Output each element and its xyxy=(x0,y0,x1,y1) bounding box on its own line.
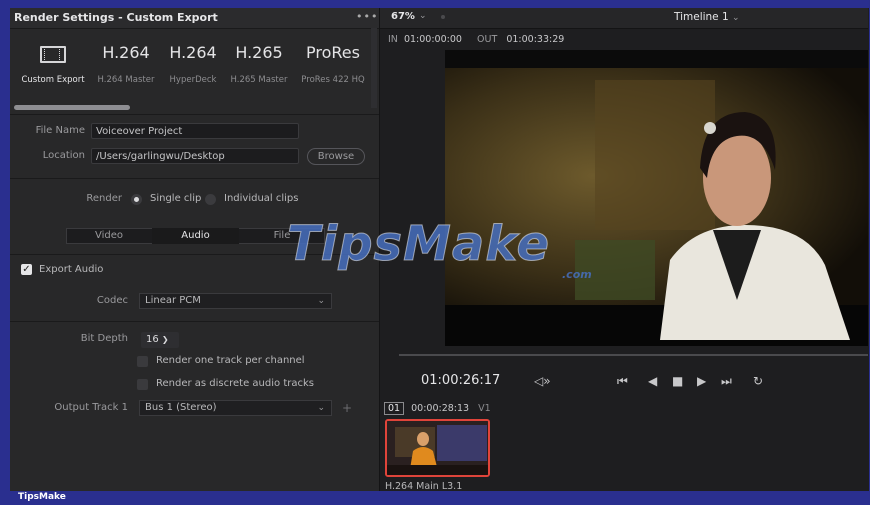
watermark-suffix: .com xyxy=(562,268,592,281)
video-preview[interactable] xyxy=(445,50,868,346)
browse-button[interactable]: Browse xyxy=(307,148,365,165)
preset-label: H.265 Master xyxy=(230,75,288,85)
clip-timecode: 00:00:28:13 xyxy=(411,403,470,414)
audio-volume-icon[interactable]: ◁» xyxy=(534,374,551,388)
timeline-name: Timeline 1 xyxy=(674,11,729,23)
film-strip-icon xyxy=(40,46,66,63)
bit-depth-value: 16 xyxy=(146,334,159,345)
render-discrete-label: Render as discrete audio tracks xyxy=(156,378,314,389)
bit-depth-select[interactable]: 16 ❯ xyxy=(141,332,179,348)
export-audio-label: Export Audio xyxy=(39,264,104,275)
play-reverse-icon[interactable]: ◀ xyxy=(648,374,657,388)
divider xyxy=(10,178,379,179)
current-timecode: 01:00:26:17 xyxy=(421,373,501,388)
jump-to-start-icon[interactable]: ⏮ xyxy=(617,374,628,389)
timeline-selector[interactable]: Timeline 1 ⌄ xyxy=(674,11,740,23)
render-one-track-label: Render one track per channel xyxy=(156,355,305,366)
codec-value: Linear PCM xyxy=(145,295,201,306)
preset-custom-export[interactable]: Custom Export xyxy=(12,40,94,85)
add-track-icon[interactable]: + xyxy=(342,401,352,415)
playhead-scrub-bar[interactable] xyxy=(399,354,868,356)
panel-options-menu[interactable]: ••• xyxy=(356,10,378,23)
out-timecode: 01:00:33:29 xyxy=(506,34,565,45)
single-clip-label: Single clip xyxy=(150,193,202,204)
panel-title: Render Settings - Custom Export xyxy=(14,11,218,24)
divider xyxy=(10,114,379,115)
export-audio-checkbox[interactable]: ✓ xyxy=(21,264,32,275)
out-label: OUT xyxy=(477,34,498,45)
watermark-logo: TipsMake xyxy=(286,216,551,273)
footer-brand: TipsMake xyxy=(18,492,66,502)
individual-clips-label: Individual clips xyxy=(224,193,299,204)
in-label: IN xyxy=(388,34,398,45)
preset-format: ProRes xyxy=(306,43,360,62)
zoom-level[interactable]: 67% xyxy=(391,11,415,22)
chevron-down-icon: ⌄ xyxy=(317,403,325,413)
file-name-label: File Name xyxy=(35,125,85,136)
preset-prores-422-hq[interactable]: ProRes ProRes 422 HQ xyxy=(292,40,374,85)
bit-depth-label: Bit Depth xyxy=(80,333,128,344)
viewer-status-dot xyxy=(441,15,445,19)
footer-bar: TipsMake xyxy=(0,491,870,505)
output-track-select[interactable]: Bus 1 (Stereo) ⌄ xyxy=(139,400,332,416)
clip-number: 01 xyxy=(384,402,405,415)
codec-label: Codec xyxy=(96,295,128,306)
individual-clips-radio[interactable] xyxy=(205,194,216,205)
output-track-label: Output Track 1 xyxy=(54,402,128,413)
chevron-down-icon: ⌄ xyxy=(317,296,325,306)
preset-label: Custom Export xyxy=(21,75,85,85)
frame-left-bar xyxy=(0,0,10,505)
single-clip-radio[interactable] xyxy=(131,194,142,205)
preset-h265-master[interactable]: H.265 H.265 Master xyxy=(218,40,300,85)
tab-audio[interactable]: Audio xyxy=(152,228,239,244)
chevron-down-icon: ⌄ xyxy=(732,13,740,23)
render-one-track-checkbox[interactable] xyxy=(137,356,148,367)
chevron-down-icon: ❯ xyxy=(161,335,169,344)
clip-thumbnail[interactable] xyxy=(385,419,490,477)
viewer-header xyxy=(380,8,868,29)
preset-format: H.265 xyxy=(235,43,283,62)
in-timecode: 01:00:00:00 xyxy=(403,34,462,45)
render-discrete-checkbox[interactable] xyxy=(137,379,148,390)
output-track-value: Bus 1 (Stereo) xyxy=(145,402,217,413)
preset-label: ProRes 422 HQ xyxy=(301,75,365,85)
render-label: Render xyxy=(86,193,122,204)
location-label: Location xyxy=(42,150,85,161)
stop-icon[interactable]: ■ xyxy=(672,374,683,388)
clip-thumbnail-image xyxy=(387,421,488,475)
play-icon[interactable]: ▶ xyxy=(697,374,706,388)
file-name-input[interactable]: Voiceover Project xyxy=(91,123,299,139)
frame-top-bar xyxy=(0,0,870,8)
clip-header: 01 00:00:28:13 V1 xyxy=(384,402,491,415)
codec-select[interactable]: Linear PCM ⌄ xyxy=(139,293,332,309)
clip-track: V1 xyxy=(478,403,491,414)
in-out-readout: IN 01:00:00:00 OUT 01:00:33:29 xyxy=(388,34,564,45)
tab-video[interactable]: Video xyxy=(66,228,152,244)
chevron-down-icon[interactable]: ⌄ xyxy=(419,11,427,21)
preset-scrollbar-thumb[interactable] xyxy=(14,105,130,110)
loop-icon[interactable]: ↻ xyxy=(753,374,763,388)
location-input[interactable]: /Users/garlingwu/Desktop xyxy=(91,148,299,164)
video-frame-image xyxy=(445,50,868,346)
jump-to-end-icon[interactable]: ⏭ xyxy=(721,374,732,389)
divider xyxy=(10,321,379,322)
